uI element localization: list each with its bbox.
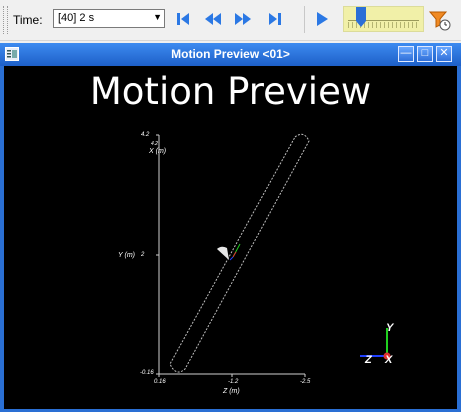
minimize-icon: — [400, 47, 412, 59]
rewind-icon [205, 13, 221, 25]
skip-start-icon [177, 13, 189, 25]
body-x-axis [232, 251, 237, 258]
window-titlebar[interactable]: Motion Preview <01> — □ ✕ [0, 43, 461, 66]
minimize-button[interactable]: — [398, 46, 414, 62]
triad-x-label: X [385, 354, 393, 366]
maximize-button[interactable]: □ [417, 46, 433, 62]
close-icon: ✕ [439, 47, 449, 59]
3d-viewport[interactable]: Motion Preview 4.2 4.2 X (m) Y (m) 2 -0.… [4, 66, 457, 409]
close-button[interactable]: ✕ [436, 46, 452, 62]
z-tick-2: -1.2 [228, 379, 239, 385]
y-tick: 2 [141, 252, 145, 258]
slider-thumb[interactable] [355, 7, 366, 27]
toolbar-grip[interactable] [3, 6, 8, 34]
z-tick-3: -2.5 [300, 379, 311, 385]
window-title: Motion Preview <01> [171, 47, 290, 61]
step-back-button[interactable] [203, 10, 223, 28]
animation-toolbar: Time: [40] 2 s ▼ [0, 0, 461, 41]
time-select-value: [40] 2 s [58, 12, 95, 24]
z-tick-1: 0.16 [154, 379, 166, 385]
step-forward-button[interactable] [233, 10, 253, 28]
chevron-down-icon: ▼ [153, 12, 162, 22]
toolbar-separator [304, 6, 305, 33]
moving-body[interactable] [217, 246, 229, 260]
motion-preview-window: Motion Preview <01> — □ ✕ Motion Preview [0, 43, 461, 412]
motion-envelope-path [169, 133, 310, 373]
fast-forward-icon [235, 13, 251, 25]
x-tick-top: 4.2 [141, 132, 150, 138]
time-label: Time: [13, 13, 43, 27]
body-z-axis [229, 256, 234, 261]
triad-y-label: Y [386, 322, 394, 334]
time-slider[interactable] [343, 6, 424, 32]
time-select[interactable]: [40] 2 s ▼ [53, 9, 165, 28]
go-to-end-button[interactable] [265, 10, 285, 28]
maximize-icon: □ [421, 47, 429, 59]
go-to-start-button[interactable] [173, 10, 193, 28]
filter-settings-button[interactable] [428, 8, 452, 32]
funnel-clock-icon [428, 11, 451, 31]
y-axis-label: Y (m) [118, 252, 135, 259]
x-tick-stack: 4.2 [151, 141, 158, 147]
x-axis-label: X (m) [149, 148, 167, 155]
play-button[interactable] [312, 10, 332, 28]
x-tick-bottom: -0.16 [140, 370, 154, 376]
z-axis-label: Z (m) [223, 388, 240, 395]
triad-z-label: Z [365, 354, 372, 366]
play-icon [317, 12, 328, 26]
skip-end-icon [269, 13, 281, 25]
